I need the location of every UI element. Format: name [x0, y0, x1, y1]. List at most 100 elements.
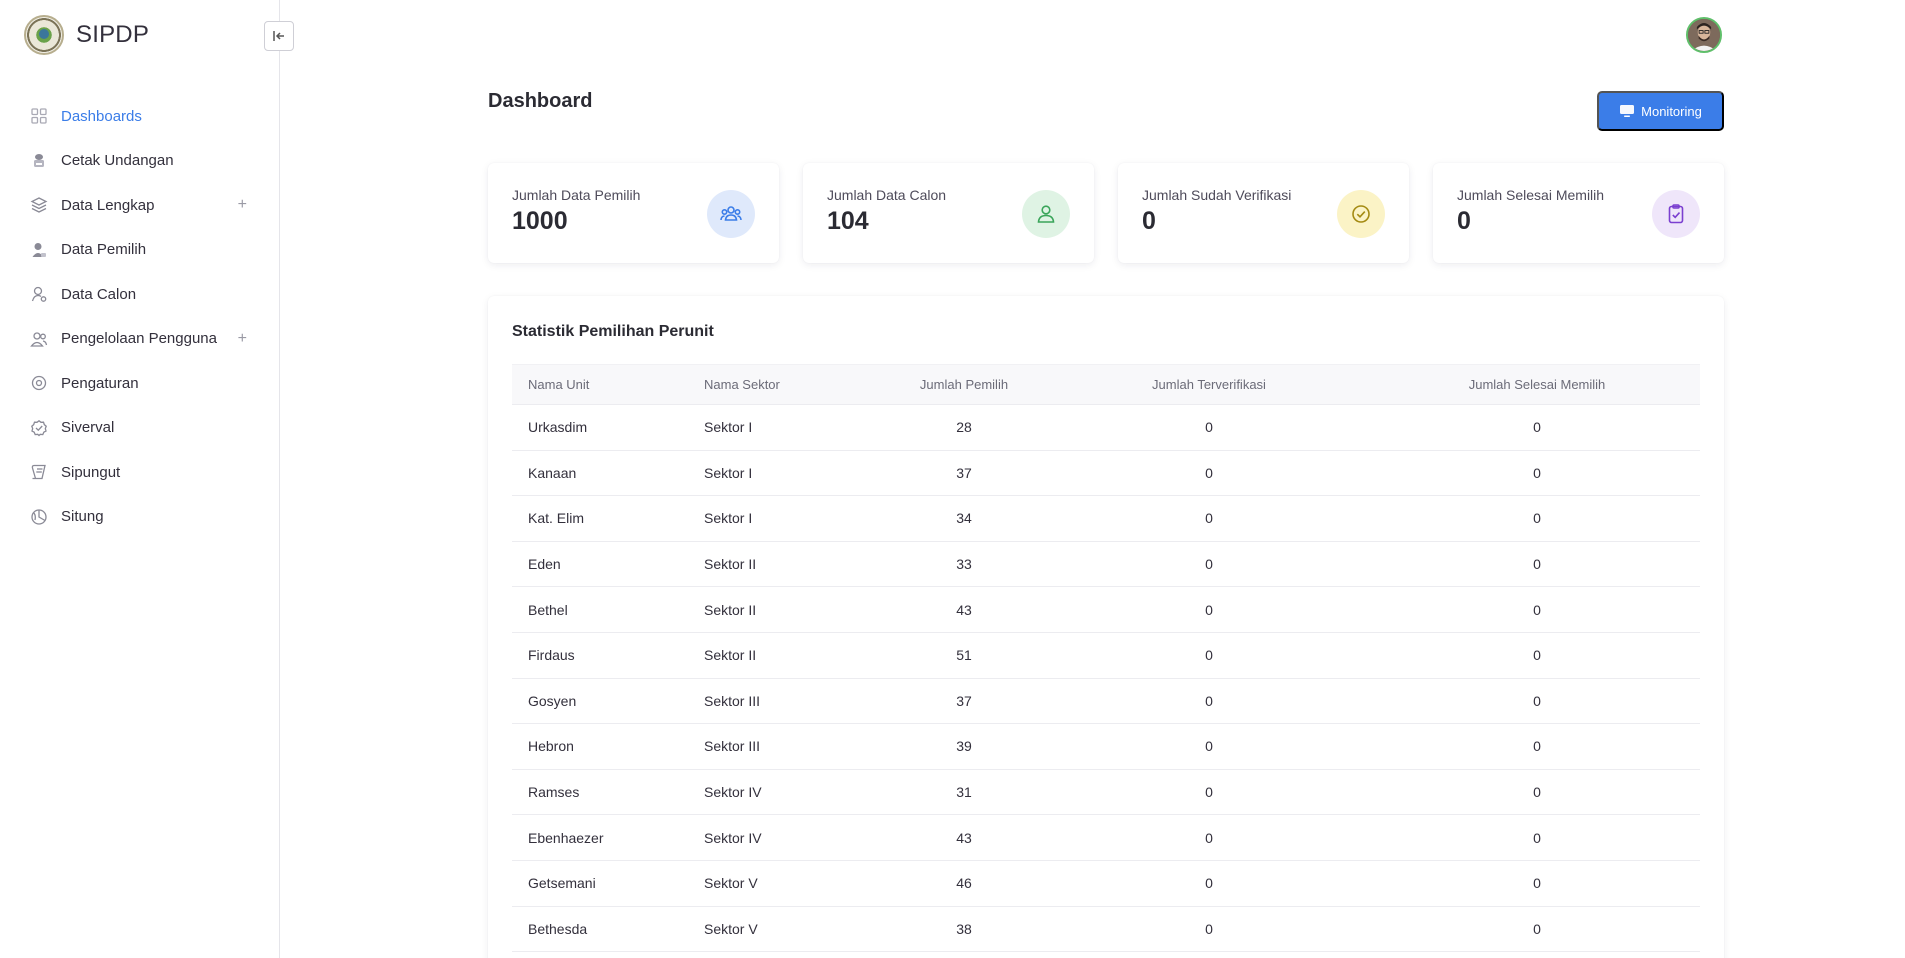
grid-icon — [30, 107, 48, 125]
table-row: Bethel Sektor II 43 0 0 — [512, 586, 1700, 633]
column-header-nama-sektor[interactable]: Nama Sektor — [704, 364, 884, 405]
user-icon — [30, 241, 48, 259]
column-header-nama-unit[interactable]: Nama Unit — [512, 364, 704, 405]
cell-nama-sektor: Sektor V — [704, 860, 884, 907]
table-row: Hebron Sektor III 39 0 0 — [512, 723, 1700, 770]
settings-icon — [30, 374, 48, 392]
cell-nama-unit: Bethel — [512, 586, 704, 633]
cell-jumlah-pemilih: 37 — [884, 450, 1044, 497]
cell-jumlah-pemilih: 46 — [884, 860, 1044, 907]
cell-nama-unit: Firdaus — [512, 632, 704, 679]
cell-nama-unit: Urkasdim — [512, 404, 704, 451]
sidebar-item-pengelolaan-pengguna[interactable]: Pengelolaan Pengguna + — [0, 317, 279, 362]
user-icon — [1022, 190, 1070, 238]
pie-chart-icon — [30, 508, 48, 526]
column-header-jumlah-pemilih[interactable]: Jumlah Pemilih — [884, 364, 1044, 405]
monitoring-button[interactable]: Monitoring — [1597, 91, 1724, 131]
cell-jumlah-pemilih: 39 — [884, 723, 1044, 770]
stats-panel: Statistik Pemilihan Perunit Nama Unit Na… — [488, 296, 1724, 958]
stats-title: Statistik Pemilihan Perunit — [512, 323, 714, 340]
layers-icon — [30, 196, 48, 214]
sidebar-item-label: Siverval — [61, 419, 115, 437]
cell-nama-sektor: Sektor IV — [704, 769, 884, 816]
cell-nama-sektor: Sektor III — [704, 723, 884, 770]
user-avatar[interactable] — [1686, 17, 1722, 53]
sidebar-item-label: Cetak Undangan — [61, 152, 174, 170]
cell-jumlah-pemilih: 51 — [884, 632, 1044, 679]
cell-nama-unit: Gosyen — [512, 678, 704, 725]
scroll-icon — [30, 463, 48, 481]
cell-nama-sektor: Sektor I — [704, 495, 884, 542]
cell-nama-sektor: Sektor II — [704, 586, 884, 633]
table-row: Firdaus Sektor II 51 0 0 — [512, 632, 1700, 679]
cell-jumlah-pemilih: 28 — [884, 404, 1044, 451]
users-group-icon — [707, 190, 755, 238]
cell-nama-sektor: Sektor V — [704, 906, 884, 953]
check-circle-icon — [1337, 190, 1385, 238]
sidebar-item-data-lengkap[interactable]: Data Lengkap + — [0, 183, 279, 228]
summary-card-jumlah-data-pemilih: Jumlah Data Pemilih 1000 — [488, 163, 779, 263]
printer-icon — [30, 152, 48, 170]
sidebar-item-label: Pengelolaan Pengguna — [61, 330, 217, 348]
cell-jumlah-selesai-memilih: 0 — [1374, 678, 1700, 725]
cell-jumlah-terverifikasi: 0 — [1044, 586, 1374, 633]
sidebar-item-data-pemilih[interactable]: Data Pemilih — [0, 228, 279, 273]
sidebar-nav: Dashboards Cetak Undangan Data Lengkap + Dat… — [0, 94, 279, 539]
expand-plus-icon[interactable]: + — [238, 197, 247, 213]
sidebar-item-cetak-undangan[interactable]: Cetak Undangan — [0, 139, 279, 184]
cell-jumlah-terverifikasi: 0 — [1044, 860, 1374, 907]
cell-nama-sektor: Sektor II — [704, 632, 884, 679]
cell-jumlah-pemilih: 43 — [884, 586, 1044, 633]
column-header-jumlah-terverifikasi[interactable]: Jumlah Terverifikasi — [1044, 364, 1374, 405]
sidebar-item-pengaturan[interactable]: Pengaturan — [0, 361, 279, 406]
cell-jumlah-pemilih: 34 — [884, 495, 1044, 542]
sidebar-item-label: Situng — [61, 508, 104, 526]
sidebar-item-label: Pengaturan — [61, 374, 139, 392]
cell-jumlah-pemilih: 37 — [884, 678, 1044, 725]
sidebar-item-data-calon[interactable]: Data Calon — [0, 272, 279, 317]
cell-jumlah-selesai-memilih: 0 — [1374, 450, 1700, 497]
cell-jumlah-terverifikasi: 0 — [1044, 632, 1374, 679]
users-icon — [30, 330, 48, 348]
sidebar-item-label: Sipungut — [61, 463, 121, 481]
cell-nama-sektor: Sektor III — [704, 678, 884, 725]
table-row: Ramses Sektor IV 31 0 0 — [512, 769, 1700, 816]
page-title: Dashboard — [488, 90, 593, 112]
column-header-jumlah-selesai-memilih[interactable]: Jumlah Selesai Memilih — [1374, 364, 1700, 405]
collapse-left-icon — [273, 31, 284, 41]
badge-check-icon — [30, 419, 48, 437]
sidebar-item-siverval[interactable]: Siverval — [0, 406, 279, 451]
cell-jumlah-selesai-memilih: 0 — [1374, 541, 1700, 588]
summary-card-jumlah-data-calon: Jumlah Data Calon 104 — [803, 163, 1094, 263]
brand-name: SIPDP — [76, 21, 150, 48]
sidebar-item-sipungut[interactable]: Sipungut — [0, 450, 279, 495]
cell-nama-sektor: Sektor IV — [704, 814, 884, 861]
brand[interactable]: SIPDP — [24, 15, 149, 55]
cell-jumlah-selesai-memilih: 0 — [1374, 723, 1700, 770]
sidebar-item-situng[interactable]: Situng — [0, 495, 279, 540]
monitor-icon — [1620, 105, 1635, 117]
cell-jumlah-pemilih: 31 — [884, 769, 1044, 816]
expand-plus-icon[interactable]: + — [238, 330, 247, 347]
cell-nama-unit: Ramses — [512, 769, 704, 816]
cell-nama-unit: Getsemani — [512, 860, 704, 907]
sidebar-item-label: Data Lengkap — [61, 196, 155, 214]
cell-nama-sektor: Sektor II — [704, 541, 884, 588]
sidebar-item-dashboards[interactable]: Dashboards — [0, 94, 279, 139]
cell-nama-unit: Hebron — [512, 723, 704, 770]
summary-cards: Jumlah Data Pemilih 1000 Jumlah Data Calon… — [488, 163, 1724, 263]
cell-nama-sektor: Sektor I — [704, 404, 884, 451]
cell-jumlah-selesai-memilih: 0 — [1374, 632, 1700, 679]
sidebar-item-label: Data Calon — [61, 285, 137, 303]
cell-jumlah-selesai-memilih: 0 — [1374, 860, 1700, 907]
cell-jumlah-terverifikasi: 0 — [1044, 404, 1374, 451]
table-row: Ebenhaezer Sektor IV 43 0 0 — [512, 814, 1700, 861]
sidebar-item-label: Dashboards — [61, 107, 142, 125]
cell-jumlah-terverifikasi: 0 — [1044, 769, 1374, 816]
cell-jumlah-pemilih: 38 — [884, 906, 1044, 953]
cell-nama-unit: Kanaan — [512, 450, 704, 497]
cell-jumlah-selesai-memilih: 0 — [1374, 404, 1700, 451]
sidebar-collapse-button[interactable] — [264, 21, 294, 51]
logo-emblem-icon — [24, 15, 64, 55]
sidebar-item-label: Data Pemilih — [61, 241, 147, 259]
